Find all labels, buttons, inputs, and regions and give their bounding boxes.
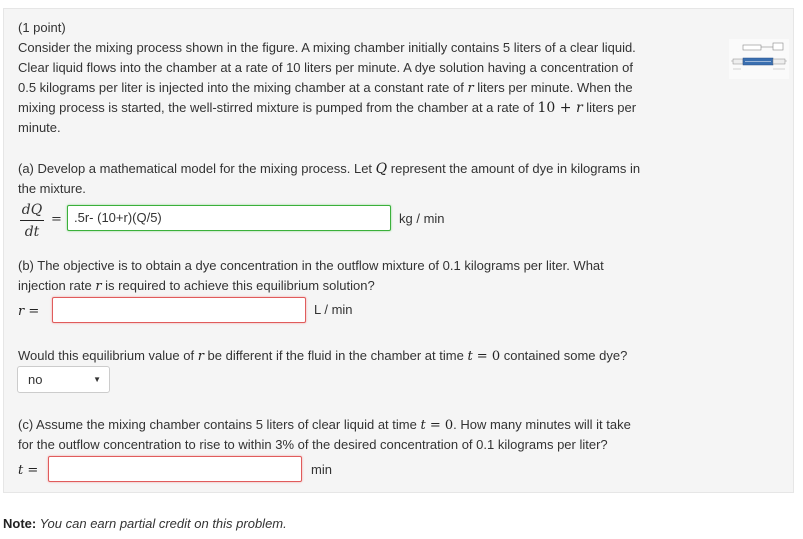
dye-question-text: Would this equilibrium value of r be dif… — [18, 348, 628, 364]
part-b-text-2: injection rate r is required to achieve … — [18, 278, 375, 294]
chevron-down-icon: ▼ — [93, 375, 101, 384]
t-label: t = — [18, 463, 39, 478]
part-b-text-1: (b) The objective is to obtain a dye con… — [18, 258, 604, 273]
note-text: You can earn partial credit on this prob… — [36, 516, 287, 531]
intro-line-3: 0.5 kilograms per liter is injected into… — [18, 80, 633, 96]
answer-c-input[interactable] — [48, 456, 302, 482]
part-a-text-2: the mixture. — [18, 181, 86, 196]
partial-credit-note: Note: You can earn partial credit on thi… — [3, 514, 287, 534]
intro-line-1: Consider the mixing process shown in the… — [18, 40, 636, 55]
problem-panel: (1 point) Consider the mixing process sh… — [3, 8, 794, 493]
unit-c: min — [311, 462, 332, 477]
part-c-text-2: for the outflow concentration to rise to… — [18, 437, 608, 452]
math-expr: 10 + — [537, 100, 576, 116]
mixing-figure-thumbnail[interactable] — [729, 39, 789, 79]
dye-answer-select[interactable]: no ▼ — [17, 366, 110, 393]
select-value: no — [28, 372, 43, 387]
frac-denominator: dt — [24, 224, 40, 240]
intro-line-4: mixing process is started, the well-stir… — [18, 100, 637, 116]
answer-b-input[interactable] — [52, 297, 306, 323]
part-a-text-1: (a) Develop a mathematical model for the… — [18, 161, 641, 177]
frac-bar — [20, 220, 44, 221]
intro-line-2: Clear liquid flows into the chamber at a… — [18, 60, 633, 75]
math-var-r: r — [575, 100, 583, 116]
intro-line-5: minute. — [18, 120, 61, 135]
note-label: Note: — [3, 516, 37, 531]
derivative-fraction: dQ dt — [20, 202, 44, 240]
unit-a: kg / min — [399, 211, 445, 226]
r-label: r = — [18, 304, 40, 319]
part-c-text-1: (c) Assume the mixing chamber contains 5… — [18, 417, 631, 433]
points-label: (1 point) — [18, 20, 66, 35]
math-var-q: Q — [375, 161, 388, 177]
unit-b: L / min — [314, 302, 353, 317]
frac-numerator: dQ — [21, 202, 43, 218]
equals-sign: = — [51, 212, 62, 227]
answer-a-input[interactable]: .5r- (10+r)(Q/5) — [67, 205, 391, 231]
